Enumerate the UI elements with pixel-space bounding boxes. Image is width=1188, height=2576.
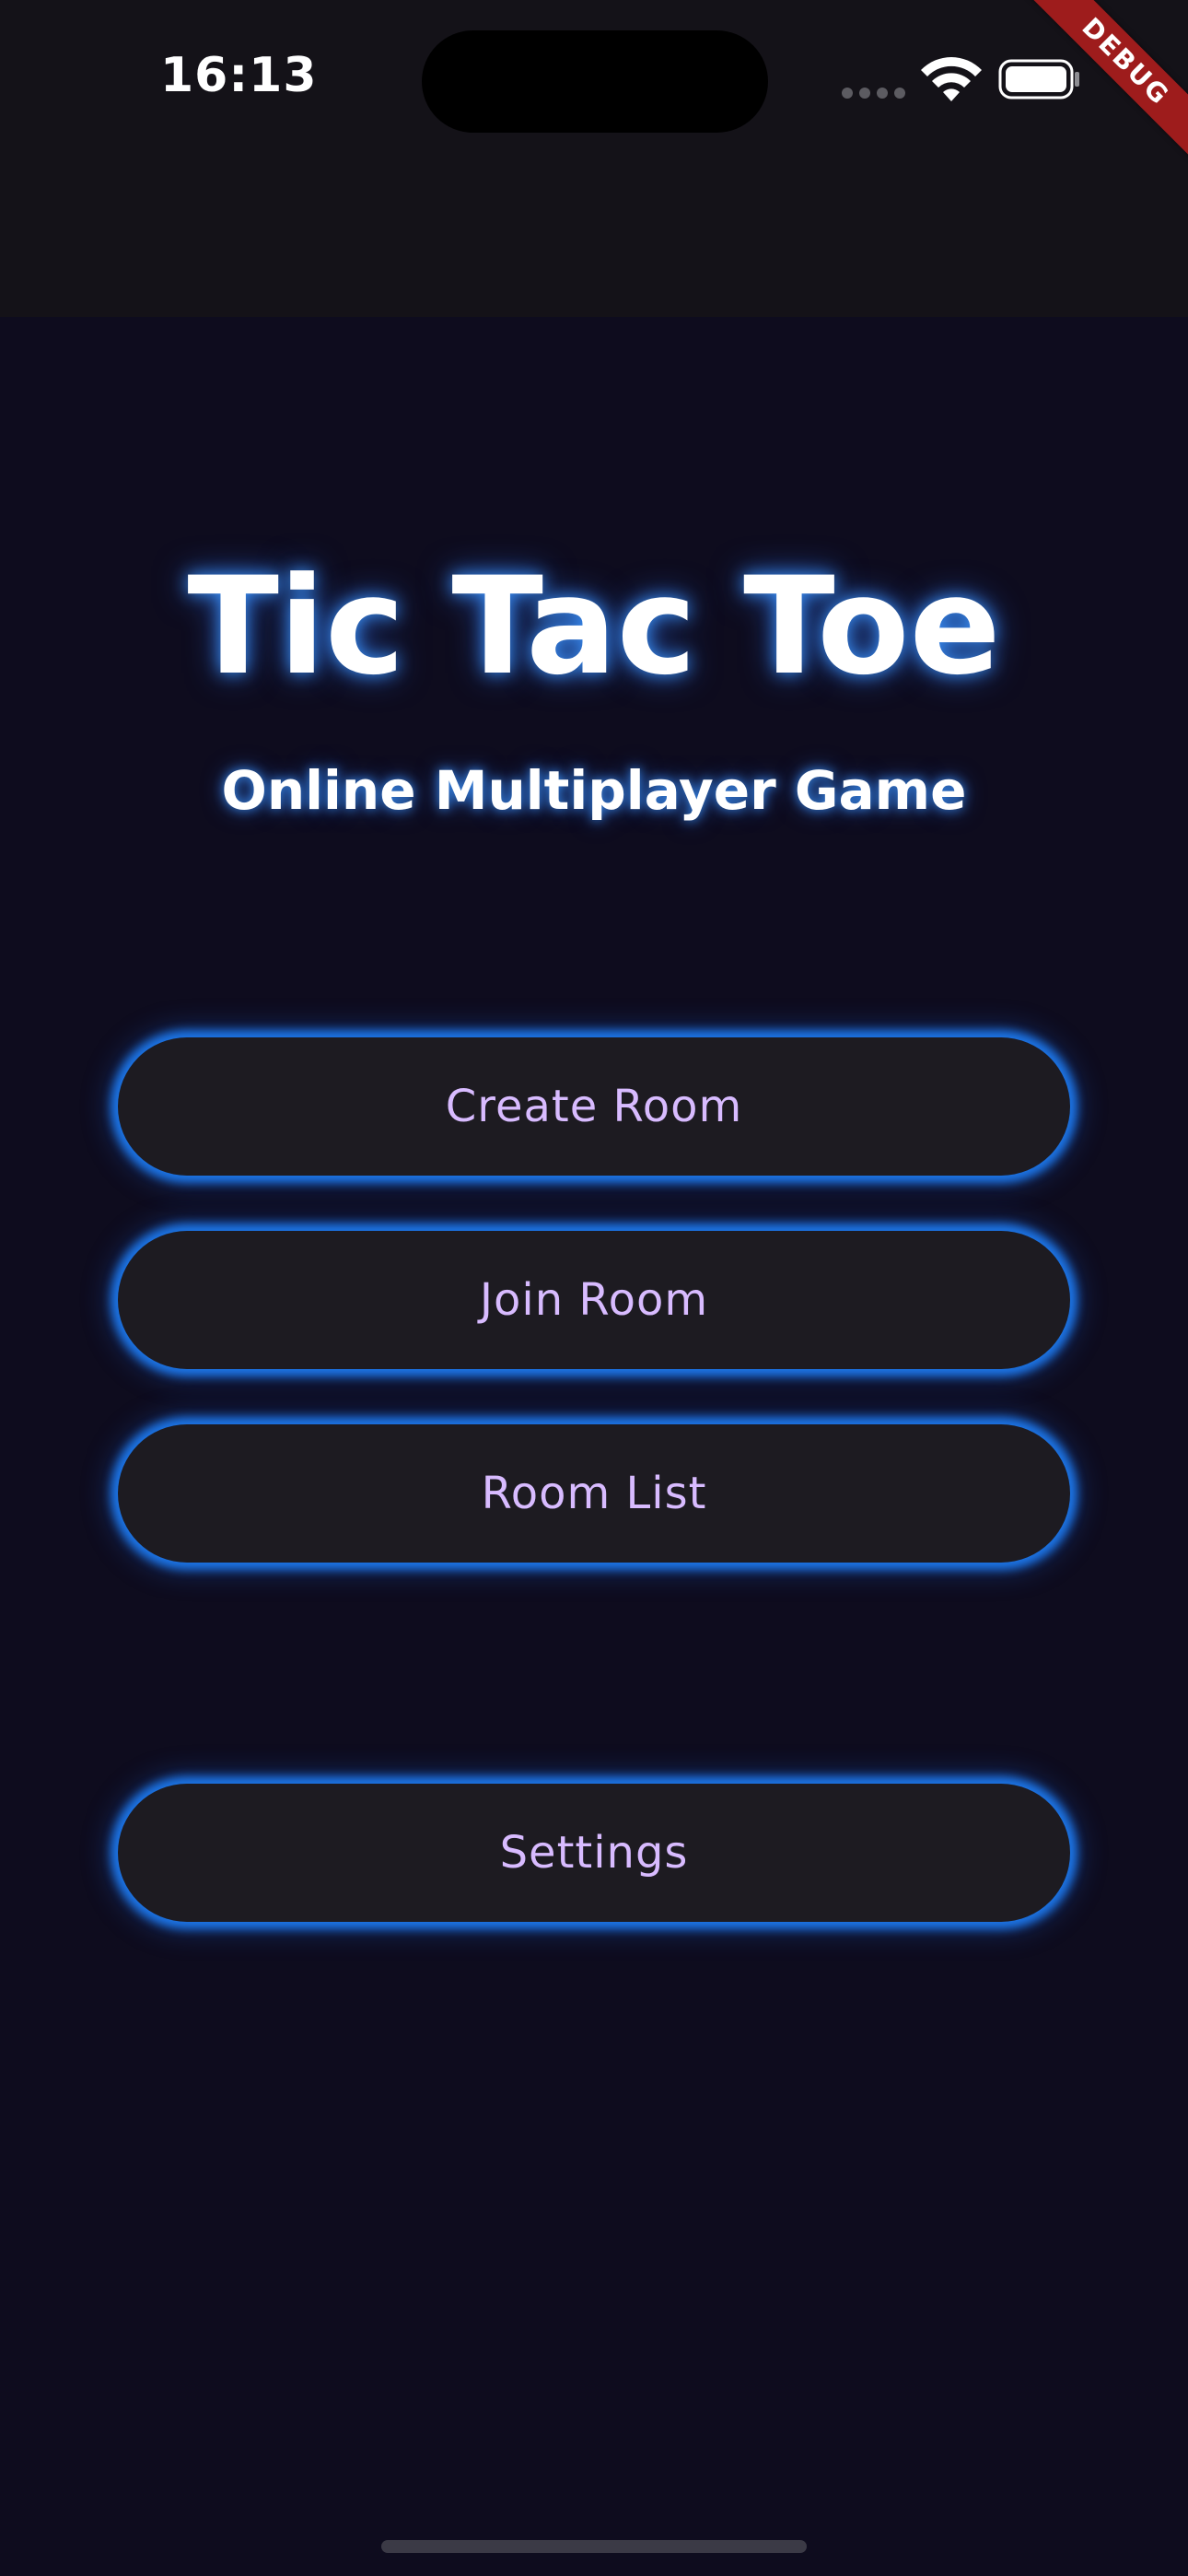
create-room-button[interactable]: Create Room <box>118 1037 1070 1176</box>
wifi-icon <box>921 57 982 101</box>
home-indicator[interactable] <box>381 2540 807 2553</box>
dynamic-island <box>422 30 768 133</box>
page-subtitle: Online Multiplayer Game <box>221 759 967 822</box>
page-title: Tic Tac Toe <box>187 548 1001 705</box>
debug-banner-label: DEBUG <box>1025 0 1188 162</box>
debug-banner: DEBUG <box>1004 0 1188 184</box>
room-list-button[interactable]: Room List <box>118 1424 1070 1563</box>
signal-dots-icon <box>842 88 906 99</box>
join-room-button[interactable]: Join Room <box>118 1231 1070 1369</box>
settings-button[interactable]: Settings <box>118 1784 1070 1922</box>
status-time: 16:13 <box>160 48 318 103</box>
